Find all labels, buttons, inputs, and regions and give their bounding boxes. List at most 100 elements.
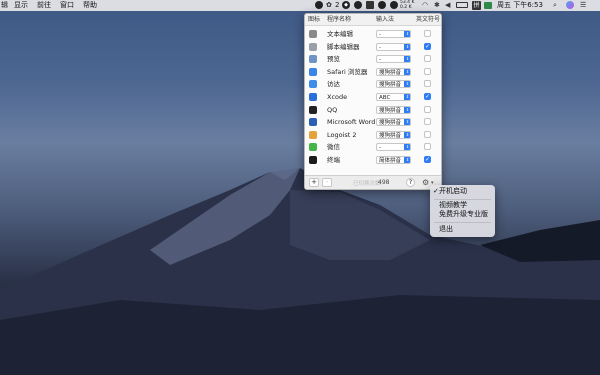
help-button[interactable]: ? xyxy=(406,178,415,187)
spotlight-search-icon[interactable]: ⌕ xyxy=(553,0,557,11)
app-name: QQ xyxy=(327,105,338,114)
flag-icon[interactable] xyxy=(484,2,492,9)
table-row[interactable]: 终端 简体拼音 ⇕ ✓ xyxy=(305,154,441,166)
table-header: 图标 程序名称 输入法 英文符号 xyxy=(305,14,441,26)
bluetooth-icon[interactable]: ✱ xyxy=(434,0,440,11)
select-arrows-icon: ⇕ xyxy=(404,106,410,113)
english-punct-checkbox[interactable] xyxy=(424,80,431,88)
input-method-select[interactable]: 搜狗拼音 ⇕ xyxy=(376,130,411,139)
input-method-select[interactable]: 搜狗拼音 ⇕ xyxy=(376,80,411,89)
clock[interactable]: 周五 下午6:53 xyxy=(497,0,543,11)
table-row[interactable]: Microsoft Word 搜狗拼音 ⇕ xyxy=(305,116,441,128)
input-method-select[interactable]: 搜狗拼音 ⇕ xyxy=(376,105,411,114)
volume-icon[interactable]: ◀ xyxy=(445,0,450,11)
input-method-select[interactable]: - ⇕ xyxy=(376,55,411,64)
textedit-icon xyxy=(309,30,317,38)
english-punct-checkbox[interactable] xyxy=(424,130,431,138)
globe-icon[interactable] xyxy=(378,1,386,9)
table-row[interactable]: 微信 - ⇕ xyxy=(305,141,441,153)
wifi-icon[interactable]: ◠ xyxy=(422,0,428,11)
input-method-value: - xyxy=(379,44,381,51)
table-row[interactable]: 脚本编辑器 - ⇕ ✓ xyxy=(305,41,441,53)
english-punct-checkbox[interactable] xyxy=(424,105,431,113)
status-dot-icon[interactable] xyxy=(315,1,323,9)
siri-icon[interactable] xyxy=(566,1,574,9)
menu-edit[interactable]: 辑 xyxy=(1,0,8,11)
table-row[interactable]: 文本编辑 - ⇕ xyxy=(305,28,441,40)
select-arrows-icon: ⇕ xyxy=(404,157,410,163)
english-punct-checkbox[interactable] xyxy=(424,67,431,75)
table-row[interactable]: Xcode ABC ⇕ ✓ xyxy=(305,91,441,103)
shield-icon[interactable]: ◆ xyxy=(342,1,350,9)
menu-item-video-tutorial[interactable]: 视频教学 xyxy=(439,201,467,210)
select-arrows-icon: ⇕ xyxy=(404,56,410,63)
menu-window[interactable]: 窗口 xyxy=(60,0,74,11)
english-punct-checkbox[interactable] xyxy=(424,143,431,151)
app-name: 访达 xyxy=(327,80,340,89)
select-arrows-icon: ⇕ xyxy=(404,68,410,75)
menu-help[interactable]: 帮助 xyxy=(83,0,97,11)
table-row[interactable]: 访达 搜狗拼音 ⇕ xyxy=(305,78,441,90)
script-editor-icon xyxy=(309,42,317,51)
column-input-method: 输入法 xyxy=(376,16,395,23)
input-method-value: - xyxy=(379,32,381,38)
finder-icon xyxy=(309,80,317,89)
select-arrows-icon: ⇕ xyxy=(404,131,410,138)
input-method-select[interactable]: 搜狗拼音 ⇕ xyxy=(376,118,411,127)
english-punct-checkbox[interactable]: ✓ xyxy=(424,93,431,100)
switch-count-value: 498 xyxy=(378,179,390,186)
notification-count[interactable]: 2 xyxy=(335,0,339,11)
menu-item-quit[interactable]: 退出 xyxy=(439,225,453,234)
table-row[interactable]: QQ 搜狗拼音 ⇕ xyxy=(305,104,441,116)
input-method-select[interactable]: ABC ⇕ xyxy=(376,93,411,101)
word-icon xyxy=(309,118,317,127)
panel-footer: + - 已切换次数: 498 ? ⚙ ▾ xyxy=(305,175,441,189)
menu-view[interactable]: 显示 xyxy=(14,0,28,11)
wechat-icon xyxy=(309,143,317,152)
input-method-select[interactable]: - ⇕ xyxy=(376,30,411,38)
sync-icon[interactable] xyxy=(390,1,398,9)
input-method-select[interactable]: - ⇕ xyxy=(376,42,411,51)
app-name: 终端 xyxy=(327,156,340,164)
safari-icon xyxy=(309,67,317,76)
table-row[interactable]: Logoist 2 搜狗拼音 ⇕ xyxy=(305,129,441,141)
input-method-indicator[interactable]: 拼 xyxy=(472,1,481,10)
english-punct-checkbox[interactable]: ✓ xyxy=(424,42,431,50)
select-arrows-icon: ⇕ xyxy=(404,81,410,88)
menu-item-launch-at-login[interactable]: 开机启动 xyxy=(439,187,467,196)
xcode-icon xyxy=(309,93,317,101)
english-punct-checkbox[interactable] xyxy=(424,118,431,126)
preview-icon xyxy=(309,55,317,64)
notification-center-icon[interactable]: ☰ xyxy=(580,0,586,11)
table-row[interactable]: 预览 - ⇕ xyxy=(305,53,441,65)
table-row[interactable]: Safari 浏览器 搜狗拼音 ⇕ xyxy=(305,66,441,78)
vpn-icon[interactable] xyxy=(354,1,362,9)
app-name: 预览 xyxy=(327,55,340,64)
checkmark-icon: ✓ xyxy=(433,187,439,195)
keyboard-switcher-icon[interactable] xyxy=(366,1,374,9)
dunes-illustration xyxy=(0,168,600,375)
network-speed: 53.4 K 0.2 K xyxy=(400,0,418,11)
english-punct-checkbox[interactable] xyxy=(424,55,431,63)
input-method-select[interactable]: 简体拼音 ⇕ xyxy=(376,156,411,164)
logoist-icon xyxy=(309,130,317,139)
select-arrows-icon: ⇕ xyxy=(404,144,410,151)
input-method-select[interactable]: 搜狗拼音 ⇕ xyxy=(376,67,411,76)
menu-item-upgrade-pro[interactable]: 免费升级专业版 xyxy=(439,210,488,219)
app-name: Xcode xyxy=(327,93,348,101)
column-app-name: 程序名称 xyxy=(327,16,352,23)
paw-icon[interactable]: ✿ xyxy=(326,0,332,11)
input-method-select[interactable]: - ⇕ xyxy=(376,143,411,152)
gear-icon[interactable]: ⚙ xyxy=(422,177,429,188)
add-app-button[interactable]: + xyxy=(309,178,319,187)
input-method-value: 搜狗拼音 xyxy=(379,132,402,139)
english-punct-checkbox[interactable]: ✓ xyxy=(424,156,431,163)
qq-icon xyxy=(309,105,317,114)
remove-app-button[interactable]: - xyxy=(322,178,332,187)
english-punct-checkbox[interactable] xyxy=(424,30,431,37)
app-name: Logoist 2 xyxy=(327,130,357,139)
app-input-settings-panel: 图标 程序名称 输入法 英文符号 文本编辑 - ⇕ 脚本编辑器 - ⇕ ✓ 预览 - ⇕ Safar… xyxy=(304,13,442,190)
app-name: Microsoft Word xyxy=(327,118,376,127)
battery-icon[interactable] xyxy=(456,2,468,8)
menu-go[interactable]: 前往 xyxy=(37,0,51,11)
